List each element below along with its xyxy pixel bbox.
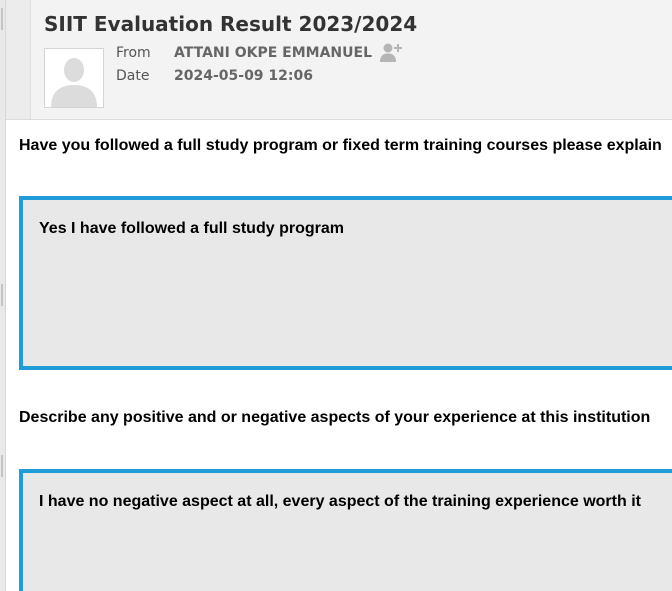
message-subject: SIIT Evaluation Result 2023/2024 <box>44 12 418 36</box>
answer-1: Yes I have followed a full study program <box>39 220 344 237</box>
answer-2: I have no negative aspect at all, every … <box>39 493 641 510</box>
question-2: Describe any positive and or negative as… <box>19 409 651 426</box>
answer-box-1: Yes I have followed a full study program <box>19 196 672 370</box>
message-date: 2024-05-09 12:06 <box>174 68 313 84</box>
splitter-grip <box>1 455 3 477</box>
answer-box-2: I have no negative aspect at all, every … <box>19 469 672 591</box>
sender-avatar <box>44 48 104 108</box>
question-1: Have you followed a full study program o… <box>19 137 662 154</box>
from-label: From <box>116 45 151 61</box>
sender-name[interactable]: ATTANI OKPE EMMANUEL <box>174 45 372 61</box>
header-side-strip <box>6 0 31 119</box>
splitter-grip <box>1 284 3 306</box>
splitter-grip <box>1 8 3 30</box>
add-contact-icon[interactable] <box>379 42 403 64</box>
date-label: Date <box>116 68 150 84</box>
person-placeholder-icon <box>45 49 103 107</box>
message-view: SIIT Evaluation Result 2023/2024 From AT… <box>0 0 672 591</box>
